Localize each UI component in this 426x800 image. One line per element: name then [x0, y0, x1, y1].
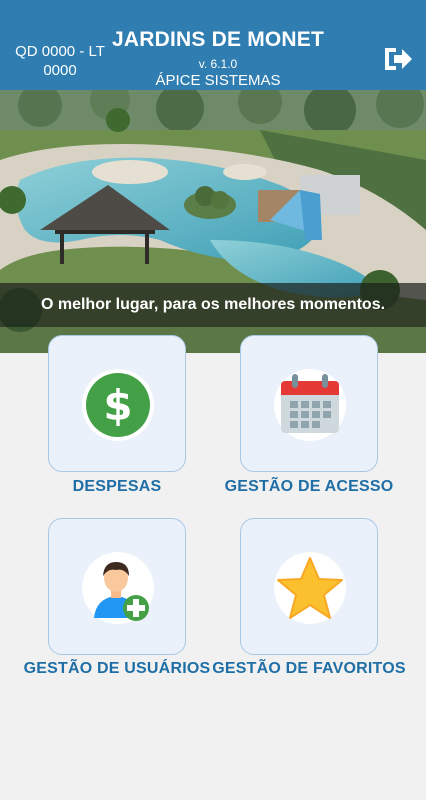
icon-background: [274, 369, 346, 441]
unit-identifier: QD 0000 - LT 0000: [15, 43, 105, 79]
app-version: v. 6.1.0: [198, 57, 238, 71]
icon-background: $: [82, 369, 154, 441]
gestao-usuarios-button[interactable]: [48, 518, 186, 655]
gestao-favoritos-button[interactable]: [240, 518, 378, 655]
dollar-icon: $: [86, 373, 150, 437]
company-name: ÁPICE SISTEMAS: [155, 72, 281, 89]
despesas-label[interactable]: DESPESAS: [17, 478, 217, 496]
gestao-acesso-button[interactable]: [240, 335, 378, 472]
icon-background: [274, 552, 346, 624]
icon-background: [82, 552, 154, 624]
logout-icon: [385, 48, 412, 70]
star-icon: [277, 557, 343, 619]
gestao-acesso-label[interactable]: GESTÃO DE ACESSO: [209, 478, 409, 496]
gestao-usuarios-label[interactable]: GESTÃO DE USUÁRIOS: [17, 660, 217, 678]
banner-image: O melhor lugar, para os melhores momento…: [0, 90, 426, 353]
svg-text:$: $: [103, 381, 132, 430]
add-user-icon: [94, 562, 149, 621]
calendar-icon: [281, 374, 339, 433]
app-header: QD 0000 - LT 0000 JARDINS DE MONET v. 6.…: [0, 0, 426, 90]
logout-button[interactable]: [382, 44, 414, 74]
tagline-bar: O melhor lugar, para os melhores momento…: [0, 283, 426, 327]
app-title: JARDINS DE MONET: [111, 28, 325, 51]
tagline-text: O melhor lugar, para os melhores momento…: [40, 296, 386, 313]
despesas-button[interactable]: $: [48, 335, 186, 472]
gestao-favoritos-label[interactable]: GESTÃO DE FAVORITOS: [209, 660, 409, 678]
title-block: JARDINS DE MONET v. 6.1.0 ÁPICE SISTEMAS: [100, 28, 336, 90]
